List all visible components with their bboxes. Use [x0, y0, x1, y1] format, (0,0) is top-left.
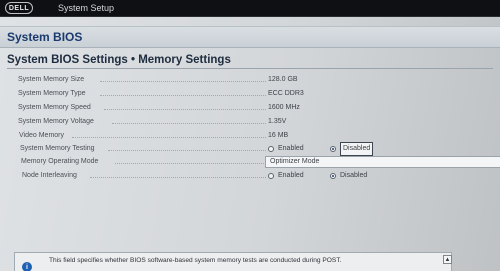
top-bar: DELL System Setup — [0, 0, 500, 17]
section-title: System BIOS Settings • Memory Settings — [7, 54, 231, 66]
radio-button-selected[interactable] — [330, 146, 336, 152]
radio-button[interactable] — [268, 173, 274, 179]
memory-operating-mode-select[interactable]: Optimizer Mode — [265, 156, 500, 168]
app-title: System Setup — [58, 3, 115, 13]
option-label: Enabled — [278, 172, 304, 179]
option-label: Disabled — [340, 142, 374, 156]
leader-dots — [115, 163, 266, 164]
setting-value: 1.35V — [268, 118, 287, 125]
setting-label: System Memory Testing — [20, 145, 95, 152]
setting-label: System Memory Size — [18, 76, 85, 83]
setting-value: 128.0 GB — [268, 76, 298, 83]
page-title: System BIOS — [7, 30, 83, 44]
leader-dots — [72, 137, 266, 138]
setting-value: 1600 MHz — [268, 104, 300, 111]
memory-testing-disabled-option[interactable]: Disabled — [330, 142, 374, 156]
help-panel: i This field specifies whether BIOS soft… — [14, 252, 452, 271]
leader-dots — [104, 109, 266, 110]
setting-row-memory-testing: System Memory Testing Enabled Disabled — [0, 142, 500, 156]
setting-row-memory-type: System Memory Type ECC DDR3 — [0, 88, 500, 100]
header-band: System BIOS — [0, 26, 500, 48]
radio-button[interactable] — [268, 146, 274, 152]
help-text: This field specifies whether BIOS softwa… — [49, 257, 342, 264]
leader-dots — [108, 150, 266, 151]
node-interleaving-enabled-option[interactable]: Enabled — [268, 170, 304, 182]
setting-label: Memory Operating Mode — [21, 158, 99, 165]
dell-logo: DELL — [5, 2, 33, 14]
memory-testing-enabled-option[interactable]: Enabled — [268, 143, 304, 155]
leader-dots — [100, 81, 266, 82]
setting-label: Video Memory — [19, 132, 65, 139]
setting-row-node-interleaving: Node Interleaving Enabled Disabled — [0, 170, 500, 182]
setting-row-operating-mode: Memory Operating Mode Optimizer Mode — [0, 156, 500, 168]
scroll-up-arrow-icon[interactable]: ▲ — [443, 255, 452, 264]
setting-row-memory-voltage: System Memory Voltage 1.35V — [0, 116, 500, 128]
section-divider — [7, 68, 493, 69]
leader-dots — [112, 123, 266, 124]
setup-screen: System BIOS System BIOS Settings • Memor… — [0, 17, 500, 271]
node-interleaving-disabled-option[interactable]: Disabled — [330, 170, 367, 182]
setting-row-memory-speed: System Memory Speed 1600 MHz — [0, 102, 500, 114]
radio-button-selected[interactable] — [330, 173, 336, 179]
setting-value: ECC DDR3 — [268, 90, 304, 97]
setting-label: Node Interleaving — [22, 172, 77, 179]
setting-value: 16 MB — [268, 132, 289, 139]
setting-label: System Memory Voltage — [18, 118, 94, 125]
option-label: Disabled — [340, 172, 368, 179]
leader-dots — [100, 95, 266, 96]
option-label: Enabled — [278, 145, 304, 152]
setting-label: System Memory Speed — [18, 104, 91, 111]
leader-dots — [90, 177, 266, 178]
setting-row-memory-size: System Memory Size 128.0 GB — [0, 74, 500, 86]
setting-label: System Memory Type — [18, 90, 86, 97]
info-icon: i — [22, 262, 32, 271]
setting-row-video-memory: Video Memory 16 MB — [0, 130, 500, 142]
